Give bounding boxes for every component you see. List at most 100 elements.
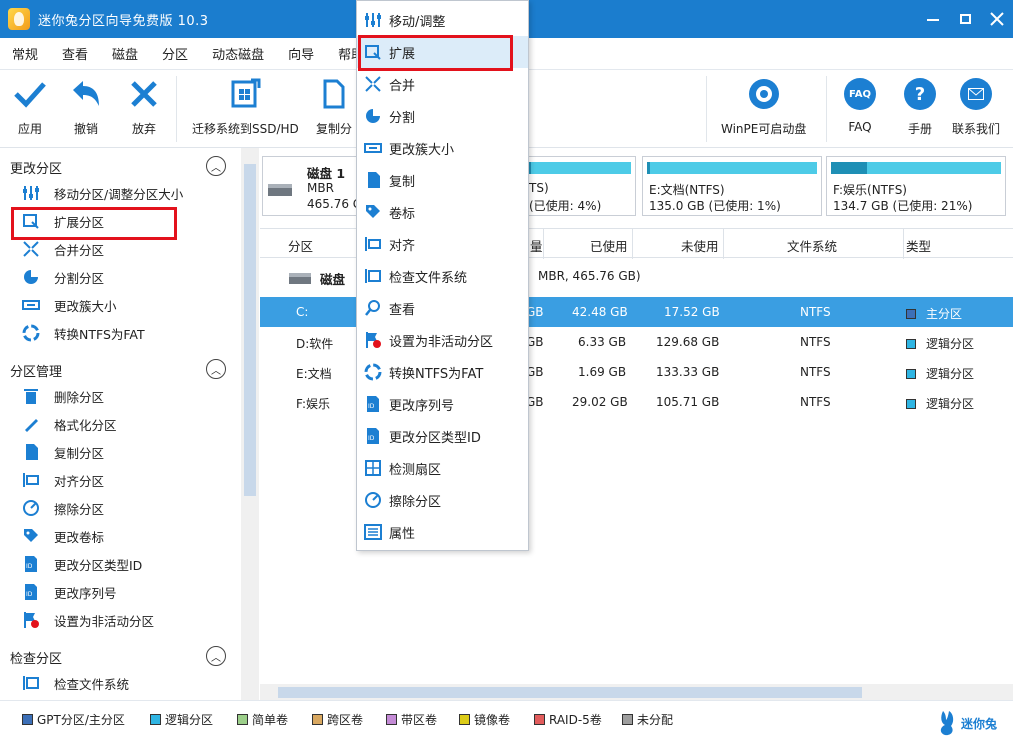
copy-disk-icon (323, 79, 345, 109)
pen-icon (22, 415, 40, 433)
rabbit-logo-icon (940, 711, 954, 736)
winpe-button[interactable]: WinPE可启动盘 (721, 76, 806, 137)
ctx-merge[interactable]: 合并 (357, 68, 528, 100)
sidebar-item-convert-ntfs-fat[interactable]: 转换NTFS为FAT (22, 321, 145, 345)
svg-text:ID: ID (26, 563, 33, 570)
section-header-management: 分区管理 (10, 365, 63, 380)
id-file-icon: ID (22, 555, 40, 573)
disc-icon (748, 79, 779, 109)
sidebar-item-delete[interactable]: 删除分区 (22, 384, 104, 408)
ctx-wipe[interactable]: 擦除分区 (357, 484, 528, 516)
sidebar-item-cluster-size[interactable]: 更改簇大小 (22, 293, 117, 317)
ctx-set-inactive[interactable]: 设置为非活动分区 (357, 324, 528, 356)
ctx-check-fs[interactable]: 检查文件系统 (357, 260, 528, 292)
sidebar-item-copy[interactable]: 复制分区 (22, 440, 104, 464)
convert-icon (22, 324, 40, 342)
legend-item: 未分配 (622, 711, 673, 728)
sidebar-item-type-id[interactable]: ID 更改分区类型ID (22, 552, 142, 576)
type-swatch (906, 339, 916, 349)
pie-split-icon (22, 268, 40, 286)
ctx-label[interactable]: 卷标 (357, 196, 528, 228)
ctx-align[interactable]: 对齐 (357, 228, 528, 260)
partition-card-d[interactable]: TS) (已使用: 4%) (522, 156, 636, 216)
faq-icon: FAQ (844, 78, 876, 110)
tag-icon (364, 203, 382, 221)
close-button[interactable] (981, 0, 1013, 38)
undo-button[interactable]: 撤销 (68, 76, 104, 137)
collapse-management-button[interactable]: ︿ (206, 359, 226, 379)
sidebar-item-align[interactable]: 对齐分区 (22, 468, 104, 492)
merge-icon (364, 75, 382, 93)
migrate-os-button[interactable]: 迁移系统到SSD/HD (192, 76, 299, 137)
legend-item: 逻辑分区 (150, 711, 213, 728)
col-used[interactable]: 已使用 (590, 236, 628, 255)
partition-card-e[interactable]: E:文档(NTFS) 135.0 GB (已使用: 1%) (642, 156, 822, 216)
properties-icon (364, 523, 382, 541)
col-unused[interactable]: 未使用 (681, 236, 719, 255)
menu-disk[interactable]: 磁盘 (100, 44, 150, 63)
sidebar-item-split[interactable]: 分割分区 (22, 265, 104, 289)
sidebar-item-set-inactive[interactable]: 设置为非活动分区 (22, 608, 154, 632)
sidebar-item-check-fs[interactable]: 检查文件系统 (22, 671, 129, 695)
sidebar-scrollbar[interactable] (241, 148, 259, 700)
sidebar-item-merge[interactable]: 合并分区 (22, 237, 104, 261)
ctx-copy[interactable]: 复制 (357, 164, 528, 196)
svg-text:ID: ID (368, 403, 375, 410)
sidebar-item-label[interactable]: 更改卷标 (22, 524, 104, 548)
serial-file-icon: ID (364, 395, 382, 413)
menu-wizard[interactable]: 向导 (276, 44, 326, 63)
type-swatch (906, 399, 916, 409)
col-partition[interactable]: 分区 (288, 236, 313, 255)
question-icon: ? (904, 78, 936, 110)
partition-card-f[interactable]: F:娱乐(NTFS) 134.7 GB (已使用: 21%) (826, 156, 1006, 216)
sidebar-item-wipe[interactable]: 擦除分区 (22, 496, 104, 520)
ctx-change-serial[interactable]: ID 更改序列号 (357, 388, 528, 420)
checkmark-icon (14, 82, 46, 108)
ctx-cluster-size[interactable]: 更改簇大小 (357, 132, 528, 164)
section-header-change: 更改分区 (10, 162, 63, 177)
menu-general[interactable]: 常规 (0, 44, 50, 63)
apply-button[interactable]: 应用 (12, 76, 48, 137)
manual-button[interactable]: ? 手册 (902, 76, 938, 137)
ctx-convert-ntfs-fat[interactable]: 转换NTFS为FAT (357, 356, 528, 388)
col-capacity[interactable]: 量 (530, 236, 543, 255)
flag-icon (22, 611, 40, 629)
section-header-check: 检查分区 (10, 652, 63, 667)
pie-split-icon (364, 107, 382, 125)
copy-disk-button[interactable]: 复制分 (316, 76, 352, 137)
svg-text:ID: ID (368, 435, 375, 442)
ctx-change-type-id[interactable]: ID 更改分区类型ID (357, 420, 528, 452)
brand-logo: 迷你兔 (937, 709, 997, 737)
window-title: 迷你兔分区向导免费版 10.3 (38, 13, 209, 29)
maximize-button[interactable] (949, 0, 981, 38)
horizontal-scrollbar[interactable] (260, 684, 1013, 700)
menu-dynamic-disk[interactable]: 动态磁盘 (200, 44, 276, 63)
sidebar-item-format[interactable]: 格式化分区 (22, 412, 117, 436)
contact-button[interactable]: 联系我们 (952, 76, 1000, 137)
faq-button[interactable]: FAQ FAQ (842, 76, 878, 134)
mail-icon (960, 78, 992, 110)
hard-disk-icon (268, 184, 292, 196)
check-fs-icon (364, 267, 382, 285)
menu-view[interactable]: 查看 (50, 44, 100, 63)
ctx-properties[interactable]: 属性 (357, 516, 528, 548)
discard-button[interactable]: 放弃 (126, 76, 162, 137)
legend-bar: GPT分区/主分区 逻辑分区 简单卷 跨区卷 带区卷 镜像卷 RAID-5卷 未… (0, 700, 1013, 756)
type-swatch (906, 309, 916, 319)
collapse-check-button[interactable]: ︿ (206, 646, 226, 666)
ctx-move-resize[interactable]: 移动/调整 (357, 4, 528, 36)
ctx-explore[interactable]: 查看 (357, 292, 528, 324)
type-swatch (906, 369, 916, 379)
sidebar-item-move-resize[interactable]: 移动分区/调整分区大小 (22, 181, 183, 205)
menu-partition[interactable]: 分区 (150, 44, 200, 63)
sidebar-item-serial[interactable]: ID 更改序列号 (22, 580, 117, 604)
ctx-split[interactable]: 分割 (357, 100, 528, 132)
ctx-surface-test[interactable]: 检测扇区 (357, 452, 528, 484)
col-filesystem[interactable]: 文件系统 (787, 236, 837, 255)
sliders-icon (364, 11, 382, 29)
legend-item: GPT分区/主分区 (22, 711, 125, 728)
minimize-button[interactable] (917, 0, 949, 38)
collapse-change-button[interactable]: ︿ (206, 156, 226, 176)
col-type[interactable]: 类型 (906, 236, 931, 255)
trash-icon (22, 387, 40, 405)
